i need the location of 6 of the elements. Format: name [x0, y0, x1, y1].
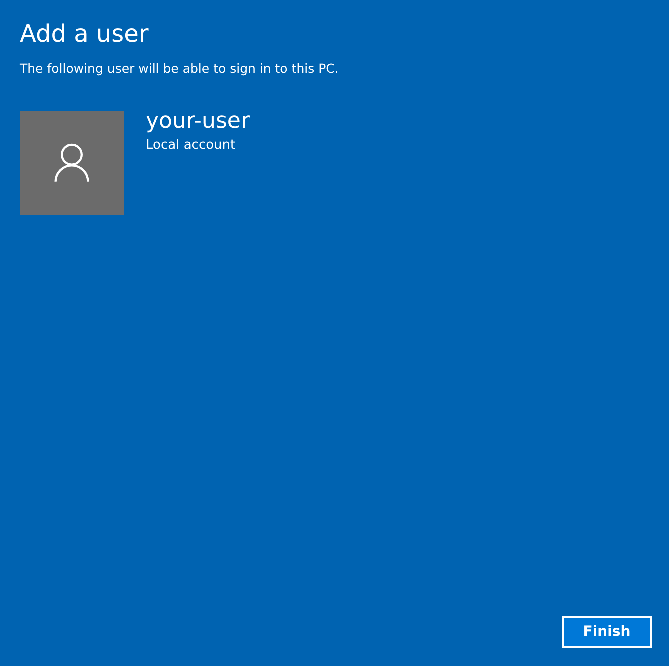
account-type: Local account [146, 137, 236, 155]
page-title: Add a user [20, 19, 149, 50]
finish-button[interactable]: Finish [562, 616, 652, 648]
user-name: your-user [146, 109, 250, 135]
description-text: The following user will be able to sign in to this PC. [20, 60, 339, 78]
person-icon [54, 143, 90, 183]
